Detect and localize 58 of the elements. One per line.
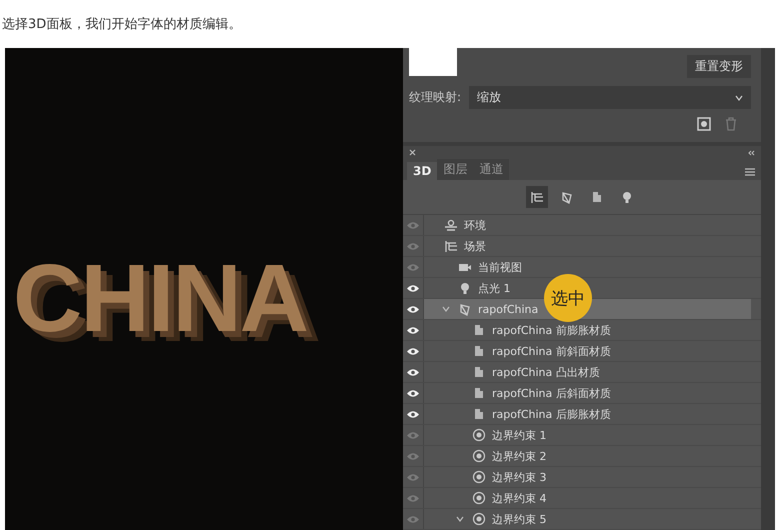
scene-icon: [445, 240, 458, 254]
bulb-icon: [461, 283, 469, 294]
close-icon[interactable]: [409, 149, 416, 156]
environment-icon: [444, 220, 458, 232]
tree-item[interactable]: 场景: [424, 236, 492, 256]
material-icon: [475, 388, 483, 398]
material-icon: [593, 192, 601, 202]
tree-item[interactable]: 点光 1: [424, 278, 516, 298]
eye-icon[interactable]: [406, 284, 420, 293]
chevron-icon[interactable]: [456, 516, 464, 522]
panel-tab[interactable]: 3D: [407, 162, 438, 180]
tree-item[interactable]: 边界约束 2: [424, 446, 552, 466]
eye-icon[interactable]: [406, 304, 420, 314]
tree-item[interactable]: rapofChina 凸出材质: [424, 362, 606, 382]
tree-item[interactable]: 边界约束 4: [424, 488, 552, 508]
eye-icon[interactable]: [406, 346, 420, 356]
tree-item[interactable]: 当前视图: [424, 257, 528, 278]
material-icon: [475, 325, 483, 336]
tree-item[interactable]: 边界约束 5: [424, 509, 552, 530]
texture-map-select[interactable]: 缩放: [469, 86, 751, 109]
render-icon[interactable]: [697, 117, 711, 131]
tree-item[interactable]: 边界约束 1: [424, 425, 552, 446]
texture-thumbnail[interactable]: [409, 48, 457, 76]
camera-icon: [459, 264, 471, 272]
constraint-icon: [472, 471, 486, 484]
mesh-icon: [562, 192, 572, 204]
mesh-icon: [460, 304, 470, 316]
scene-icon: [531, 192, 544, 204]
tree-item[interactable]: 边界约束 3: [424, 467, 552, 488]
tree-item[interactable]: rapofChina 后斜面材质: [424, 383, 617, 404]
material-icon: [475, 409, 483, 420]
eye-icon[interactable]: [406, 368, 420, 377]
collapse-icon[interactable]: [747, 150, 755, 156]
tree-item[interactable]: rapofChina 前斜面材质: [424, 341, 617, 362]
bulb-icon: [623, 192, 631, 204]
3d-text-render: CHINA: [13, 244, 307, 354]
constraint-icon: [472, 429, 486, 442]
material-icon: [475, 367, 483, 378]
tree-item[interactable]: rapofChina 后膨胀材质: [424, 404, 617, 424]
constraint-icon: [472, 450, 486, 462]
filter-button[interactable]: [526, 186, 548, 208]
panel-tab[interactable]: 通道: [473, 159, 510, 180]
chevron-icon[interactable]: [442, 306, 450, 312]
tree-item[interactable]: 环境: [424, 215, 492, 236]
constraint-icon: [472, 512, 486, 526]
panel-scrollbar[interactable]: [761, 48, 775, 530]
material-icon: [475, 346, 483, 356]
eye-icon[interactable]: [406, 326, 420, 335]
menu-icon[interactable]: [745, 168, 755, 176]
constraint-icon: [472, 492, 486, 504]
panel-tab[interactable]: 图层: [437, 159, 474, 180]
chevron-icon: [735, 94, 743, 100]
eye-icon[interactable]: [406, 410, 420, 419]
eye-icon[interactable]: [406, 388, 420, 398]
tree-item[interactable]: rapofChina 前膨胀材质: [424, 320, 617, 340]
texture-map-label: 纹理映射:: [409, 89, 462, 106]
reset-transform-button[interactable]: 重置变形: [687, 55, 751, 78]
caption: 选择3D面板，我们开始字体的材质编辑。: [1, 16, 242, 34]
